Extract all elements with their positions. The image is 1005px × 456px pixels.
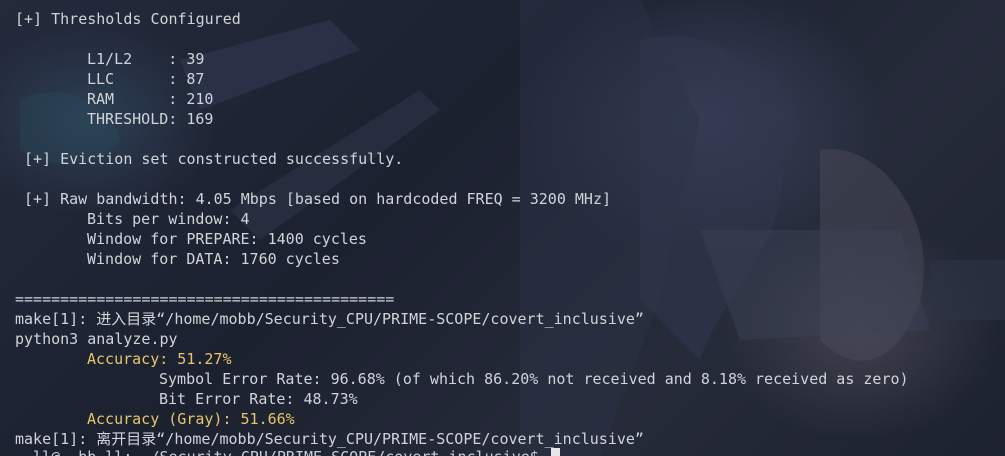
make-enter-directory-line: make[1]: 进入目录“/home/mobb/Security_CPU/PR… — [15, 310, 644, 328]
separator-line: ========================================… — [15, 290, 395, 308]
raw-bandwidth-line: [+] Raw bandwidth: 4.05 Mbps [based on h… — [24, 190, 611, 208]
accuracy-line: Accuracy: 51.27% — [87, 350, 232, 368]
ram-threshold-line: RAM : 210 — [87, 90, 214, 108]
accuracy-gray-line: Accuracy (Gray): 51.66% — [87, 410, 295, 428]
window-data-line: Window for DATA: 1760 cycles — [87, 250, 340, 268]
eviction-set-line: [+] Eviction set constructed successfull… — [24, 150, 404, 168]
terminal-window[interactable]: [+] Thresholds Configured L1/L2 : 39 LLC… — [0, 0, 1005, 456]
shell-prompt-line[interactable]: _ ll@_ bb ll: ~/Security_CPU/PRIME-SCOPE… — [15, 447, 548, 456]
l1l2-threshold-line: L1/L2 : 39 — [87, 50, 205, 68]
bit-error-rate-line: Bit Error Rate: 48.73% — [159, 390, 358, 408]
thresholds-header: [+] Thresholds Configured — [15, 10, 241, 28]
make-leave-directory-line: make[1]: 离开目录“/home/mobb/Security_CPU/PR… — [15, 430, 644, 448]
symbol-error-rate-line: Symbol Error Rate: 96.68% (of which 86.2… — [159, 370, 909, 388]
bits-per-window-line: Bits per window: 4 — [87, 210, 250, 228]
python-command-line: python3 analyze.py — [15, 330, 178, 348]
terminal-cursor — [551, 448, 560, 456]
threshold-value-line: THRESHOLD: 169 — [87, 110, 214, 128]
window-prepare-line: Window for PREPARE: 1400 cycles — [87, 230, 367, 248]
llc-threshold-line: LLC : 87 — [87, 70, 205, 88]
